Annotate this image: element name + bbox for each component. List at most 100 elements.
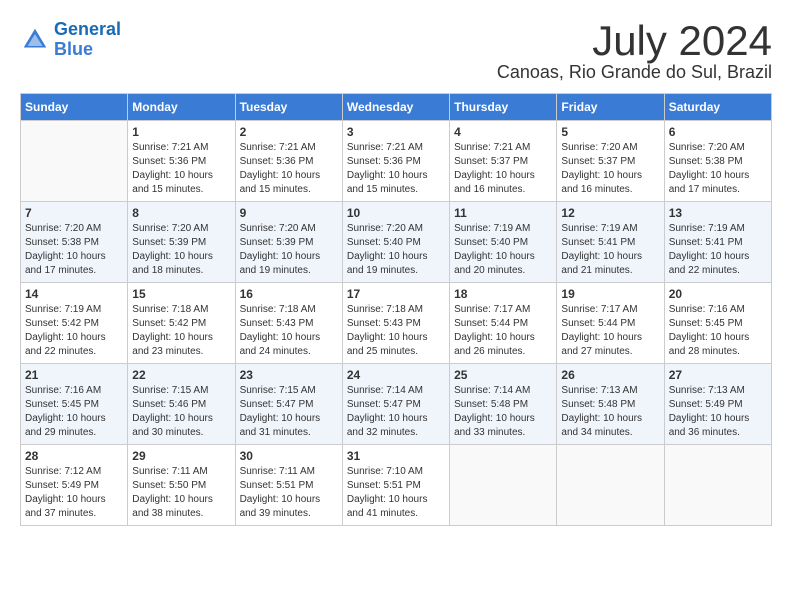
day-info: Sunrise: 7:21 AMSunset: 5:36 PMDaylight:… (132, 141, 230, 197)
logo-line2: Blue (54, 39, 93, 59)
calendar-cell: 6 Sunrise: 7:20 AMSunset: 5:38 PMDayligh… (664, 121, 771, 202)
calendar-cell: 29 Sunrise: 7:11 AMSunset: 5:50 PMDaylig… (128, 445, 235, 526)
day-number: 22 (132, 368, 230, 382)
calendar-cell: 9 Sunrise: 7:20 AMSunset: 5:39 PMDayligh… (235, 202, 342, 283)
day-number: 23 (240, 368, 338, 382)
calendar-cell: 23 Sunrise: 7:15 AMSunset: 5:47 PMDaylig… (235, 364, 342, 445)
day-number: 30 (240, 449, 338, 463)
day-info: Sunrise: 7:20 AMSunset: 5:40 PMDaylight:… (347, 222, 445, 278)
day-info: Sunrise: 7:19 AMSunset: 5:41 PMDaylight:… (561, 222, 659, 278)
calendar-cell (557, 445, 664, 526)
calendar-cell: 31 Sunrise: 7:10 AMSunset: 5:51 PMDaylig… (342, 445, 449, 526)
day-number: 15 (132, 287, 230, 301)
calendar-cell: 13 Sunrise: 7:19 AMSunset: 5:41 PMDaylig… (664, 202, 771, 283)
weekday-header-row: SundayMondayTuesdayWednesdayThursdayFrid… (21, 94, 772, 121)
day-info: Sunrise: 7:15 AMSunset: 5:47 PMDaylight:… (240, 384, 338, 440)
day-number: 8 (132, 206, 230, 220)
weekday-header-sunday: Sunday (21, 94, 128, 121)
weekday-header-friday: Friday (557, 94, 664, 121)
day-info: Sunrise: 7:17 AMSunset: 5:44 PMDaylight:… (454, 303, 552, 359)
week-row-3: 14 Sunrise: 7:19 AMSunset: 5:42 PMDaylig… (21, 283, 772, 364)
day-info: Sunrise: 7:21 AMSunset: 5:37 PMDaylight:… (454, 141, 552, 197)
day-number: 17 (347, 287, 445, 301)
day-info: Sunrise: 7:13 AMSunset: 5:48 PMDaylight:… (561, 384, 659, 440)
calendar-cell: 28 Sunrise: 7:12 AMSunset: 5:49 PMDaylig… (21, 445, 128, 526)
day-info: Sunrise: 7:12 AMSunset: 5:49 PMDaylight:… (25, 465, 123, 521)
day-number: 9 (240, 206, 338, 220)
day-info: Sunrise: 7:18 AMSunset: 5:42 PMDaylight:… (132, 303, 230, 359)
calendar-cell (664, 445, 771, 526)
week-row-4: 21 Sunrise: 7:16 AMSunset: 5:45 PMDaylig… (21, 364, 772, 445)
calendar-cell: 24 Sunrise: 7:14 AMSunset: 5:47 PMDaylig… (342, 364, 449, 445)
calendar-cell: 15 Sunrise: 7:18 AMSunset: 5:42 PMDaylig… (128, 283, 235, 364)
day-number: 31 (347, 449, 445, 463)
day-number: 20 (669, 287, 767, 301)
calendar-cell: 20 Sunrise: 7:16 AMSunset: 5:45 PMDaylig… (664, 283, 771, 364)
day-number: 1 (132, 125, 230, 139)
day-info: Sunrise: 7:19 AMSunset: 5:40 PMDaylight:… (454, 222, 552, 278)
week-row-5: 28 Sunrise: 7:12 AMSunset: 5:49 PMDaylig… (21, 445, 772, 526)
day-number: 4 (454, 125, 552, 139)
calendar-cell: 3 Sunrise: 7:21 AMSunset: 5:36 PMDayligh… (342, 121, 449, 202)
calendar-cell (21, 121, 128, 202)
day-info: Sunrise: 7:21 AMSunset: 5:36 PMDaylight:… (240, 141, 338, 197)
title-block: July 2024 Canoas, Rio Grande do Sul, Bra… (497, 20, 772, 83)
calendar-cell: 18 Sunrise: 7:17 AMSunset: 5:44 PMDaylig… (450, 283, 557, 364)
calendar-cell: 7 Sunrise: 7:20 AMSunset: 5:38 PMDayligh… (21, 202, 128, 283)
calendar-cell: 16 Sunrise: 7:18 AMSunset: 5:43 PMDaylig… (235, 283, 342, 364)
day-info: Sunrise: 7:18 AMSunset: 5:43 PMDaylight:… (240, 303, 338, 359)
day-info: Sunrise: 7:19 AMSunset: 5:42 PMDaylight:… (25, 303, 123, 359)
calendar-cell: 19 Sunrise: 7:17 AMSunset: 5:44 PMDaylig… (557, 283, 664, 364)
calendar-cell: 12 Sunrise: 7:19 AMSunset: 5:41 PMDaylig… (557, 202, 664, 283)
day-info: Sunrise: 7:18 AMSunset: 5:43 PMDaylight:… (347, 303, 445, 359)
calendar-cell: 10 Sunrise: 7:20 AMSunset: 5:40 PMDaylig… (342, 202, 449, 283)
day-number: 25 (454, 368, 552, 382)
calendar-cell: 26 Sunrise: 7:13 AMSunset: 5:48 PMDaylig… (557, 364, 664, 445)
day-number: 21 (25, 368, 123, 382)
calendar-cell (450, 445, 557, 526)
day-info: Sunrise: 7:17 AMSunset: 5:44 PMDaylight:… (561, 303, 659, 359)
day-info: Sunrise: 7:10 AMSunset: 5:51 PMDaylight:… (347, 465, 445, 521)
day-number: 12 (561, 206, 659, 220)
calendar-cell: 25 Sunrise: 7:14 AMSunset: 5:48 PMDaylig… (450, 364, 557, 445)
logo-icon (20, 25, 50, 55)
calendar-cell: 5 Sunrise: 7:20 AMSunset: 5:37 PMDayligh… (557, 121, 664, 202)
day-info: Sunrise: 7:19 AMSunset: 5:41 PMDaylight:… (669, 222, 767, 278)
day-info: Sunrise: 7:20 AMSunset: 5:38 PMDaylight:… (25, 222, 123, 278)
month-year: July 2024 (497, 20, 772, 62)
day-number: 29 (132, 449, 230, 463)
calendar-cell: 17 Sunrise: 7:18 AMSunset: 5:43 PMDaylig… (342, 283, 449, 364)
day-number: 26 (561, 368, 659, 382)
day-number: 5 (561, 125, 659, 139)
day-number: 6 (669, 125, 767, 139)
day-number: 27 (669, 368, 767, 382)
day-number: 18 (454, 287, 552, 301)
day-info: Sunrise: 7:21 AMSunset: 5:36 PMDaylight:… (347, 141, 445, 197)
logo-line1: General (54, 19, 121, 39)
day-info: Sunrise: 7:14 AMSunset: 5:47 PMDaylight:… (347, 384, 445, 440)
calendar-cell: 4 Sunrise: 7:21 AMSunset: 5:37 PMDayligh… (450, 121, 557, 202)
calendar-cell: 21 Sunrise: 7:16 AMSunset: 5:45 PMDaylig… (21, 364, 128, 445)
day-info: Sunrise: 7:11 AMSunset: 5:50 PMDaylight:… (132, 465, 230, 521)
day-info: Sunrise: 7:11 AMSunset: 5:51 PMDaylight:… (240, 465, 338, 521)
day-number: 10 (347, 206, 445, 220)
calendar-table: SundayMondayTuesdayWednesdayThursdayFrid… (20, 93, 772, 526)
calendar-cell: 14 Sunrise: 7:19 AMSunset: 5:42 PMDaylig… (21, 283, 128, 364)
calendar-cell: 22 Sunrise: 7:15 AMSunset: 5:46 PMDaylig… (128, 364, 235, 445)
day-number: 19 (561, 287, 659, 301)
weekday-header-wednesday: Wednesday (342, 94, 449, 121)
calendar-cell: 1 Sunrise: 7:21 AMSunset: 5:36 PMDayligh… (128, 121, 235, 202)
day-number: 3 (347, 125, 445, 139)
day-info: Sunrise: 7:20 AMSunset: 5:39 PMDaylight:… (132, 222, 230, 278)
day-number: 7 (25, 206, 123, 220)
day-number: 16 (240, 287, 338, 301)
calendar-cell: 2 Sunrise: 7:21 AMSunset: 5:36 PMDayligh… (235, 121, 342, 202)
day-info: Sunrise: 7:20 AMSunset: 5:38 PMDaylight:… (669, 141, 767, 197)
day-info: Sunrise: 7:16 AMSunset: 5:45 PMDaylight:… (669, 303, 767, 359)
day-info: Sunrise: 7:20 AMSunset: 5:39 PMDaylight:… (240, 222, 338, 278)
weekday-header-thursday: Thursday (450, 94, 557, 121)
day-info: Sunrise: 7:14 AMSunset: 5:48 PMDaylight:… (454, 384, 552, 440)
day-number: 13 (669, 206, 767, 220)
calendar-cell: 8 Sunrise: 7:20 AMSunset: 5:39 PMDayligh… (128, 202, 235, 283)
logo: General Blue (20, 20, 121, 60)
